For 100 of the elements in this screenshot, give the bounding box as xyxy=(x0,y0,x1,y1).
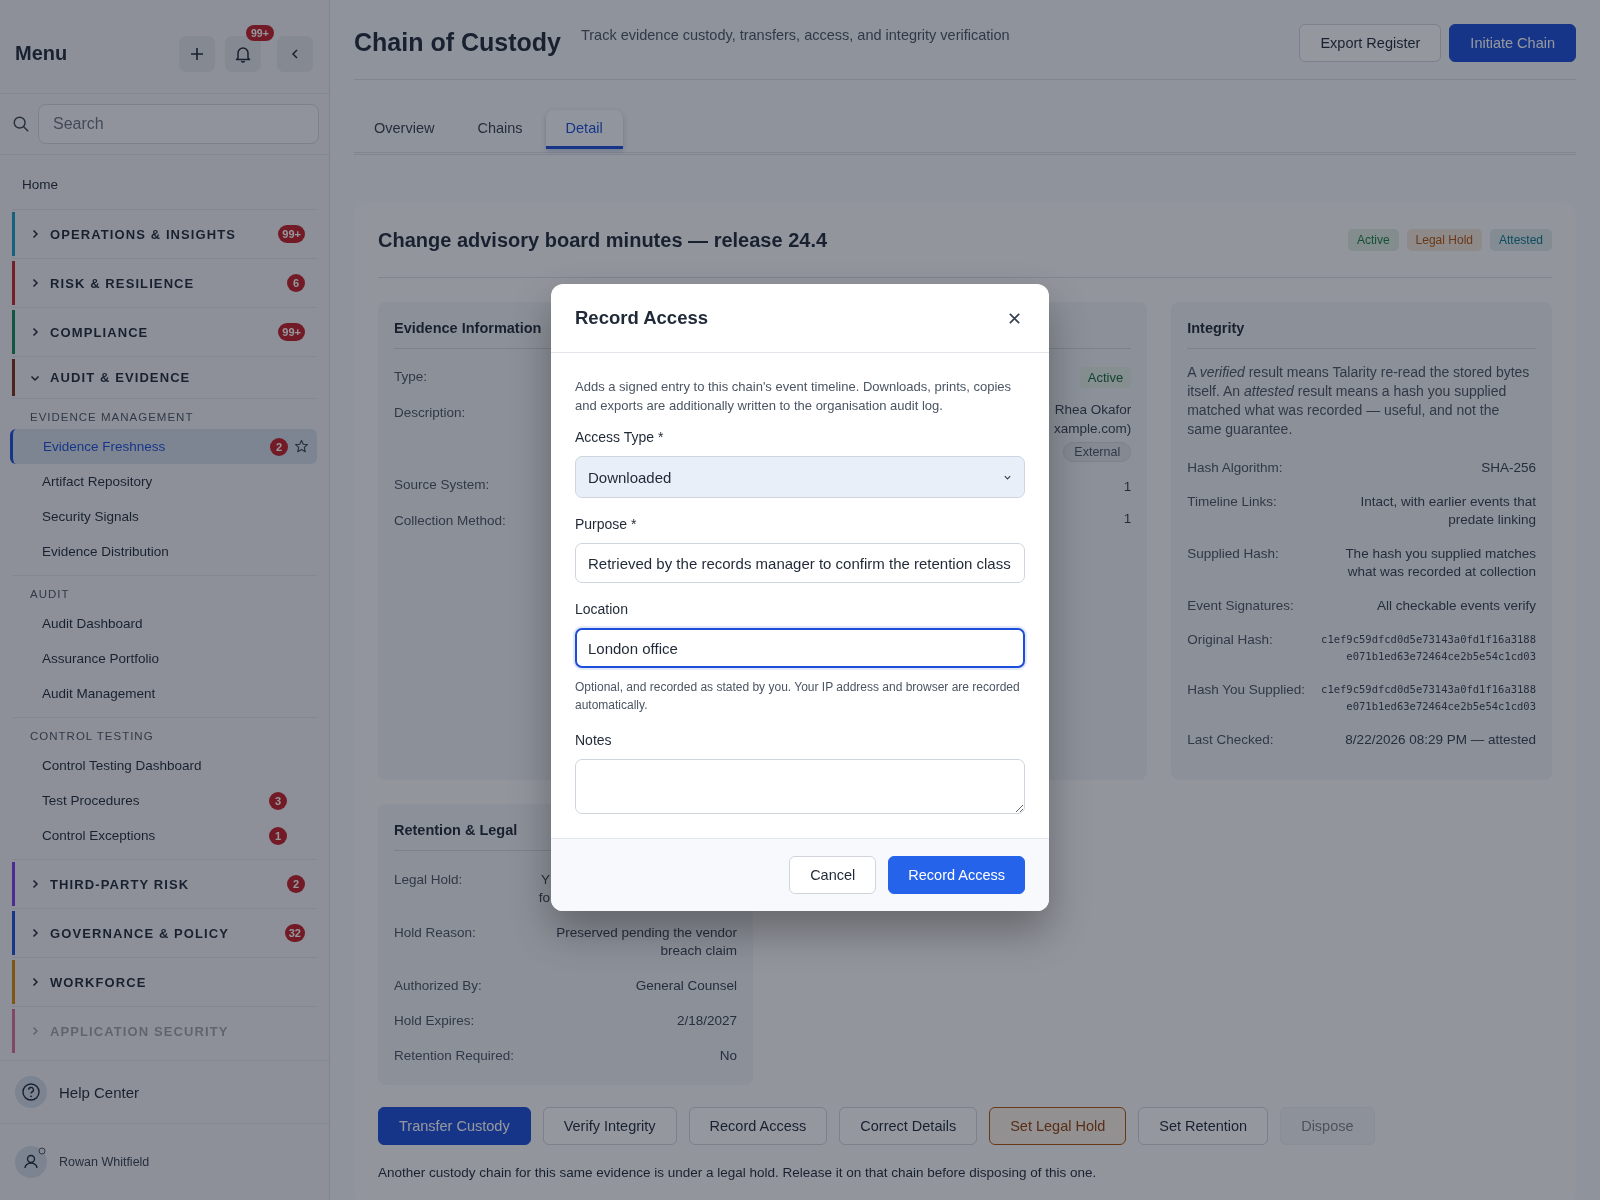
status-badge: Active xyxy=(1079,367,1132,388)
group-heading: EVIDENCE MANAGEMENT xyxy=(29,410,195,425)
page-subtitle: Track evidence custody, transfers, access, and integrity verification xyxy=(580,27,1011,43)
tab[interactable]: Chains xyxy=(457,110,543,149)
nav-section[interactable]: COMPLIANCE 99+ xyxy=(12,307,317,356)
field-value: All checkable events verify xyxy=(1376,597,1536,615)
field-value: 8/22/2026 08:29 PM — attested xyxy=(1345,731,1536,749)
field-value: 2/18/2027 xyxy=(676,1012,737,1030)
chevron-right-icon xyxy=(30,977,40,987)
action-button[interactable]: Transfer Custody xyxy=(378,1107,531,1145)
field-label: Hash Algorithm: xyxy=(1187,459,1283,477)
count-badge: 99+ xyxy=(278,323,305,341)
chevron-right-icon xyxy=(30,327,40,337)
count-badge: 2 xyxy=(270,437,288,456)
nav-section[interactable]: GOVERNANCE & POLICY 32 xyxy=(12,908,317,957)
field-label: Collection Method: xyxy=(394,513,506,528)
count-badge: 32 xyxy=(284,924,305,942)
user-avatar-icon[interactable] xyxy=(15,1146,47,1178)
count-badge: 1 xyxy=(269,826,287,845)
action-button[interactable]: Verify Integrity xyxy=(542,1107,677,1145)
nav-item[interactable]: Control Exceptions 1 xyxy=(12,818,317,853)
nav-item[interactable]: Control Testing Dashboard xyxy=(12,748,317,783)
action-button[interactable]: Record Access xyxy=(688,1107,828,1145)
nav-item[interactable]: Artifact Repository xyxy=(12,464,317,499)
nav-section[interactable]: RISK & RESILIENCE 6 xyxy=(12,258,317,307)
field-label: Description: xyxy=(394,405,466,420)
action-button[interactable]: Correct Details xyxy=(839,1107,978,1145)
nav-section[interactable]: OPERATIONS & INSIGHTS 99+ xyxy=(12,209,317,258)
header-button[interactable]: Export Register xyxy=(1299,24,1442,62)
action-button[interactable]: Set Retention xyxy=(1138,1107,1269,1145)
chevron-right-icon xyxy=(30,928,40,938)
header-button[interactable]: Initiate Chain xyxy=(1449,24,1576,62)
plus-icon xyxy=(189,45,205,62)
count-badge: 3 xyxy=(269,791,287,810)
field-label: Legal Hold: xyxy=(394,871,463,889)
text-field[interactable]: London office xyxy=(575,628,1025,668)
field-value: Preserved pending the vendor breach claim xyxy=(555,924,737,960)
nav-item[interactable]: Audit Dashboard xyxy=(12,606,317,641)
text-field[interactable]: Retrieved by the records manager to confirm the retention class xyxy=(575,543,1025,583)
field-value: 1 xyxy=(1123,511,1132,526)
nav-item[interactable]: Test Procedures 3 xyxy=(12,783,317,818)
nav-item[interactable]: Assurance Portfolio xyxy=(12,641,317,676)
field-value: The hash you supplied matches what was recorded at collection xyxy=(1344,545,1536,581)
sidebar-title: Menu xyxy=(15,42,69,65)
nav-item[interactable]: Evidence Distribution xyxy=(12,534,317,569)
nav-item[interactable]: Audit Management xyxy=(12,676,317,711)
field-label: Access Type * xyxy=(575,429,665,445)
group-heading: CONTROL TESTING xyxy=(29,729,155,744)
hash-value: c1ef9c59dfcd0d5e73143a0fd1f16a3188 e071b1ed63e72464ce2b5e54c1cd03 xyxy=(1321,682,1536,714)
help-icon[interactable] xyxy=(15,1076,47,1108)
field-label: Hold Expires: xyxy=(394,1012,475,1030)
field-label: Location xyxy=(575,601,629,617)
status-badge: Attested xyxy=(1489,229,1552,251)
field-value: No xyxy=(719,1047,737,1065)
notification-badge: 99+ xyxy=(246,24,274,41)
chevron-right-icon xyxy=(30,879,40,889)
dialog-button[interactable]: Cancel xyxy=(789,856,877,894)
nav-item[interactable]: Security Signals xyxy=(12,499,317,534)
nav-section[interactable]: AUDIT & EVIDENCE xyxy=(12,356,317,398)
field-label: Authorized By: xyxy=(394,977,482,995)
group-heading: AUDIT xyxy=(29,587,71,602)
notifications-button[interactable] xyxy=(225,35,261,72)
field-value: Y fo xyxy=(538,871,550,907)
field-label: Hash You Supplied: xyxy=(1187,681,1306,699)
record-title: Change advisory board minutes — release 24.4 xyxy=(378,228,829,252)
nav-item[interactable]: Home xyxy=(12,155,317,209)
chevron-right-icon xyxy=(30,278,40,288)
page-title: Chain of Custody xyxy=(354,28,561,57)
field-label: Notes xyxy=(575,732,613,748)
user-name: Rowan Whitfield xyxy=(59,1155,150,1169)
add-button[interactable] xyxy=(179,35,215,72)
field-value: General Counsel xyxy=(635,977,737,995)
search-field[interactable]: Search xyxy=(38,104,319,144)
owner-text: Rhea Okafor xample.com) xyxy=(1053,401,1132,438)
access-type-select[interactable]: Downloaded xyxy=(575,456,1025,498)
field-label: Timeline Links: xyxy=(1187,493,1277,511)
field-label: Source System: xyxy=(394,477,490,492)
count-badge: 99+ xyxy=(278,225,305,243)
field-label: Last Checked: xyxy=(1187,731,1274,749)
help-center-link[interactable]: Help Center xyxy=(59,1083,140,1101)
count-badge: 2 xyxy=(287,875,305,893)
dialog-button[interactable]: Record Access xyxy=(888,856,1025,894)
notes-field[interactable] xyxy=(575,759,1025,814)
field-label: Retention Required: xyxy=(394,1047,515,1065)
tab[interactable]: Detail xyxy=(545,110,623,149)
field-label: Supplied Hash: xyxy=(1187,545,1279,563)
close-icon xyxy=(1008,311,1021,325)
field-value: Intact, with earlier events that predate linking xyxy=(1359,493,1536,529)
field-value: 1 xyxy=(1123,479,1132,494)
star-icon xyxy=(294,439,309,454)
tab[interactable]: Overview xyxy=(354,110,455,149)
tag: External xyxy=(1063,442,1132,462)
count-badge: 6 xyxy=(287,274,305,292)
nav-section[interactable]: WORKFORCE xyxy=(12,957,317,1006)
panel-title: Integrity xyxy=(1187,318,1536,349)
status-badge: Active xyxy=(1347,229,1399,251)
nav-section[interactable]: THIRD-PARTY RISK 2 xyxy=(12,859,317,908)
nav-item[interactable]: Evidence Freshness 2 xyxy=(10,429,317,464)
action-button[interactable]: Set Legal Hold xyxy=(989,1107,1127,1145)
dialog-description: Adds a signed entry to this chain's event timeline. Downloads, prints, copies and exports are additionally written to the organisation audit log. xyxy=(575,378,1013,415)
